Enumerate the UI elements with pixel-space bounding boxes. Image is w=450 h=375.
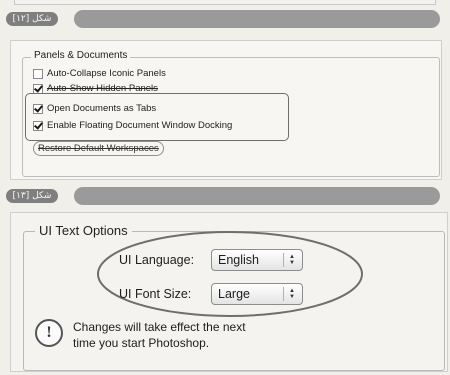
restart-note: Changes will take effect the next time y…: [73, 319, 246, 351]
checkbox-label: Auto-Collapse Iconic Panels: [47, 68, 166, 79]
restart-note-line1: Changes will take effect the next: [73, 320, 246, 334]
checkbox-floating-docking[interactable]: [33, 120, 43, 131]
checkbox-row-auto-collapse[interactable]: Auto-Collapse Iconic Panels: [33, 68, 166, 79]
panels-documents-title: Panels & Documents: [31, 50, 131, 61]
highlight-rectangle: [25, 93, 289, 141]
highlight-ellipse: [97, 231, 363, 317]
ui-language-value: English: [218, 253, 259, 267]
previous-figure-frame: [14, 0, 436, 5]
checkbox-row-open-tabs[interactable]: Open Documents as Tabs: [33, 103, 156, 114]
up-down-stepper-icon: ▲ ▼: [283, 287, 298, 301]
ui-font-size-label: UI Font Size:: [119, 287, 192, 301]
checkbox-open-tabs[interactable]: [33, 103, 43, 114]
restart-note-line2: time you start Photoshop.: [73, 336, 210, 350]
checkbox-auto-collapse[interactable]: [33, 68, 43, 79]
figure-13-caption: شكل [١٣]: [6, 189, 58, 203]
figure-13-panel: UI Text Options UI Language: English ▲ ▼ …: [10, 212, 448, 372]
ui-font-size-value: Large: [218, 287, 250, 301]
figure-12-caption: شكل [١٢]: [6, 12, 58, 26]
figure-13-caption-bar: [74, 187, 440, 205]
restore-default-workspaces-button[interactable]: Restore Default Workspaces: [33, 141, 164, 156]
ui-language-label: UI Language:: [119, 253, 195, 267]
up-down-stepper-icon: ▲ ▼: [283, 253, 298, 267]
checkbox-label: Open Documents as Tabs: [47, 103, 157, 114]
ui-language-select[interactable]: English ▲ ▼: [211, 249, 303, 271]
checkbox-row-floating-docking[interactable]: Enable Floating Document Window Docking: [33, 120, 232, 131]
figure-12-caption-bar: [74, 10, 440, 28]
ui-font-size-select[interactable]: Large ▲ ▼: [211, 283, 303, 305]
checkbox-label: Enable Floating Document Window Docking: [47, 120, 233, 131]
checkbox-auto-show[interactable]: [33, 83, 43, 94]
exclamation-circle-icon: !: [35, 319, 63, 347]
figure-12-panel: Panels & Documents Auto-Collapse Iconic …: [10, 40, 442, 180]
